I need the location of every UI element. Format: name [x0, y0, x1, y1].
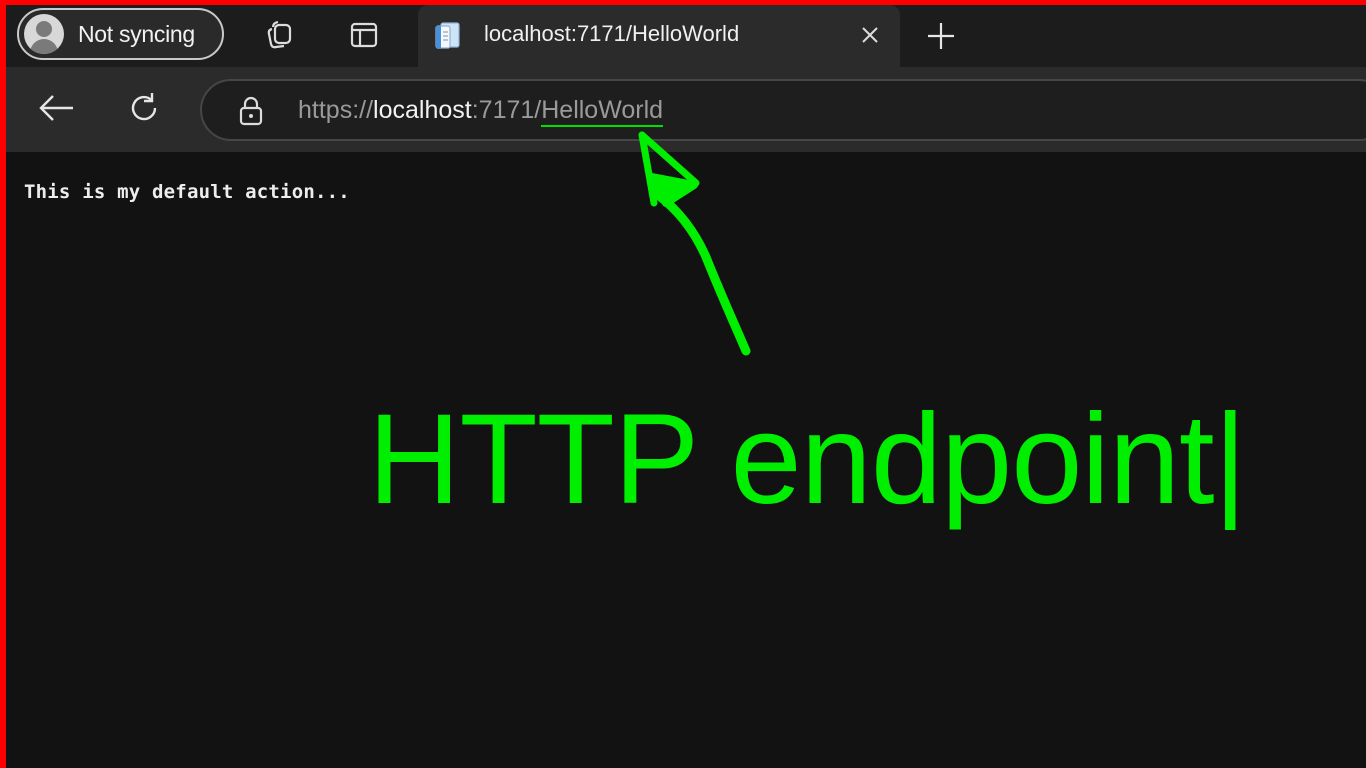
- profile-label: Not syncing: [78, 20, 195, 47]
- annotation-label: HTTP endpoint|: [368, 388, 1247, 531]
- lock-icon[interactable]: [236, 95, 266, 127]
- tab-active[interactable]: localhost:7171/HelloWorld: [418, 5, 900, 67]
- page-content: This is my default action... HTTP endpoi…: [6, 152, 1366, 768]
- address-bar[interactable]: https://localhost:7171/HelloWorld: [200, 79, 1366, 141]
- workspaces-icon[interactable]: [261, 17, 297, 53]
- tab-title: localhost:7171/HelloWorld: [484, 21, 740, 46]
- back-arrow-icon[interactable]: [34, 86, 78, 130]
- url-host: localhost: [373, 96, 472, 124]
- vertical-tabs-icon[interactable]: [346, 17, 382, 53]
- url-text[interactable]: https://localhost:7171/HelloWorld: [298, 96, 664, 127]
- tab-strip: Not syncing localhost:7171/HelloWorld: [6, 5, 1366, 67]
- page-body-text: This is my default action...: [24, 181, 350, 203]
- toolbar: https://localhost:7171/HelloWorld: [6, 67, 1366, 152]
- avatar: [24, 14, 64, 54]
- url-path: HelloWorld: [541, 96, 664, 127]
- refresh-icon[interactable]: [122, 86, 166, 130]
- browser-window: Not syncing localhost:7171/HelloWorld ht…: [6, 5, 1366, 768]
- profile-button[interactable]: Not syncing: [17, 8, 224, 60]
- close-icon[interactable]: [854, 19, 886, 51]
- url-port: :7171/: [471, 96, 542, 124]
- url-scheme: https://: [298, 96, 374, 124]
- plus-icon[interactable]: [922, 17, 960, 55]
- document-icon: [432, 19, 464, 51]
